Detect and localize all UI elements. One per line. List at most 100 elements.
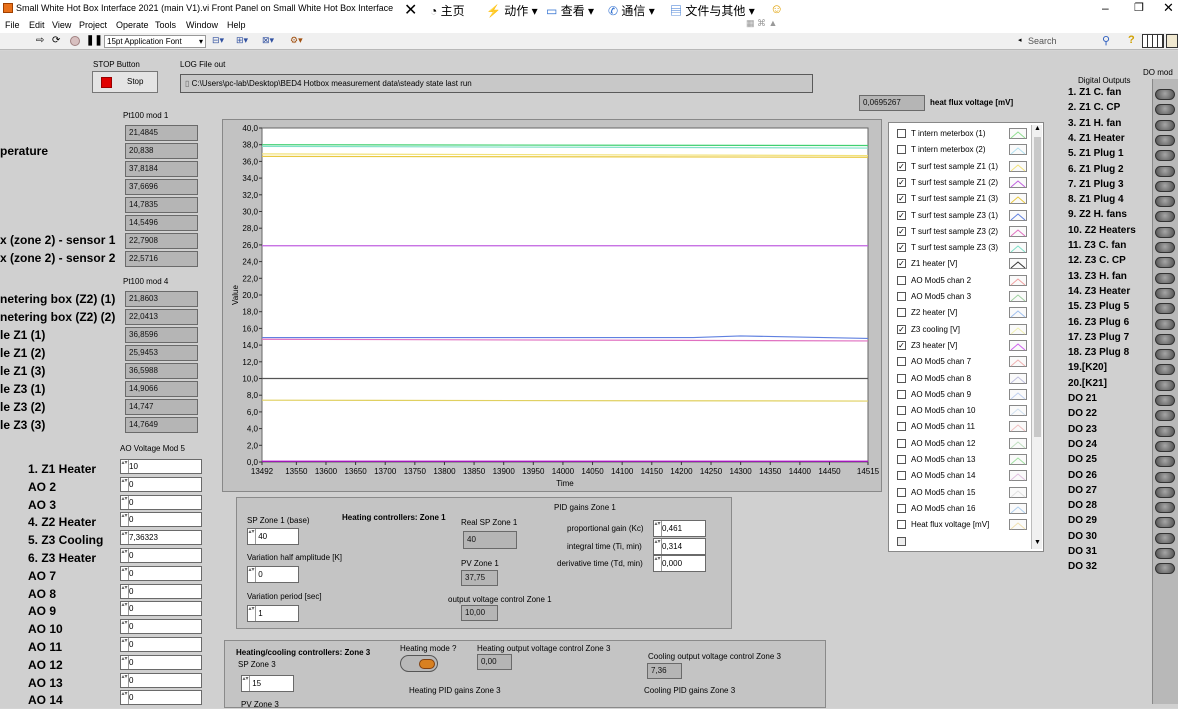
spin-icon[interactable]: ▴▾ [121, 460, 129, 473]
spin-icon[interactable]: ▴▾ [121, 513, 129, 527]
legend-item[interactable]: AO Mod5 chan 15 [889, 485, 1029, 501]
menu-window[interactable]: Window [186, 20, 218, 30]
legend-checkbox[interactable] [897, 373, 906, 383]
legend-checkbox[interactable] [897, 145, 906, 155]
var-amp-input[interactable]: ▴▾ 0 [247, 566, 299, 583]
legend-checkbox[interactable] [897, 438, 906, 448]
legend-item[interactable]: AO Mod5 chan 8 [889, 371, 1029, 387]
kc-input[interactable]: ▴▾0,461 [653, 520, 706, 537]
run-arrow-icon[interactable]: ⇨ [36, 35, 44, 46]
legend-checkbox[interactable] [897, 292, 906, 301]
scroll-down-icon[interactable]: ▼ [1034, 539, 1041, 546]
menu-tools[interactable]: Tools [155, 20, 176, 30]
legend-checkbox[interactable]: ✓ [897, 194, 906, 204]
vi-icon[interactable] [1166, 34, 1178, 48]
ao-value-input[interactable]: ▴▾0 [120, 690, 202, 706]
legend-checkbox[interactable] [897, 406, 906, 416]
legend-item[interactable]: ✓ T surf test sample Z3 (1) [889, 208, 1029, 224]
spin-icon[interactable]: ▴▾ [654, 539, 662, 554]
do-led-indicator[interactable] [1155, 226, 1175, 238]
do-led-indicator[interactable] [1155, 242, 1175, 253]
spin-icon[interactable]: ▴▾ [248, 606, 256, 621]
spin-icon[interactable]: ▴▾ [121, 549, 129, 562]
spin-icon[interactable]: ▴▾ [248, 567, 256, 582]
legend-item[interactable]: AO Mod5 chan 7 [889, 354, 1029, 370]
legend-checkbox[interactable]: ✓ [897, 177, 906, 187]
spin-icon[interactable]: ▴▾ [654, 521, 662, 536]
do-led-indicator[interactable] [1155, 395, 1175, 406]
ao-value-input[interactable]: ▴▾0 [120, 565, 202, 581]
do-led-indicator[interactable] [1155, 333, 1175, 345]
ao-value-input[interactable]: ▴▾0 [120, 494, 202, 510]
smiley-icon[interactable]: ☺ [770, 1, 783, 16]
ao-value-input[interactable]: ▴▾0 [120, 601, 202, 617]
pause-icon[interactable]: ❚❚ [86, 35, 103, 46]
run-continuous-icon[interactable]: ⟳ [52, 35, 60, 46]
legend-item[interactable]: AO Mod5 chan 13 [889, 452, 1029, 468]
legend-item[interactable]: ✓ T surf test sample Z1 (2) [889, 175, 1029, 191]
maximize-icon[interactable]: ❐ [1134, 1, 1144, 14]
menu-operate[interactable]: Operate [116, 20, 149, 30]
legend-checkbox[interactable] [897, 308, 906, 318]
menu-edit[interactable]: Edit [29, 20, 45, 30]
legend-checkbox[interactable]: ✓ [897, 340, 906, 350]
ao-value-input[interactable]: ▴▾0 [120, 619, 202, 635]
ao-value-input[interactable]: ▴▾0 [120, 512, 202, 528]
do-led-indicator[interactable] [1155, 211, 1175, 223]
legend-item[interactable]: ✓ T surf test sample Z1 (1) [889, 159, 1029, 175]
spin-icon[interactable]: ▴▾ [121, 638, 129, 651]
ime-home[interactable]: ◔ 主页 [430, 2, 465, 19]
legend-checkbox[interactable] [897, 455, 906, 464]
do-led-indicator[interactable] [1155, 471, 1175, 483]
waveform-chart[interactable]: 0,0 2,0 4,0 6,0 8,0 10,0 12,0 14,0 16,0 18,0 20,0 2… [222, 119, 882, 492]
legend-item[interactable]: AO Mod5 chan 2 [889, 273, 1029, 289]
plot-legend[interactable]: T intern meterbox (1) T intern meterbox (… [888, 122, 1044, 552]
do-led-indicator[interactable] [1155, 532, 1175, 544]
ao-value-input[interactable]: ▴▾7,36323 [120, 530, 202, 546]
do-led-indicator[interactable] [1155, 517, 1175, 529]
legend-checkbox[interactable]: ✓ [897, 161, 906, 171]
do-led-indicator[interactable] [1155, 165, 1175, 177]
do-led-indicator[interactable] [1155, 379, 1175, 391]
spin-icon[interactable]: ▴▾ [242, 676, 250, 691]
ime-comm[interactable]: ✆ 通信 ▾ [608, 2, 655, 19]
legend-checkbox[interactable] [897, 471, 906, 481]
do-led-indicator[interactable] [1155, 318, 1175, 330]
legend-checkbox[interactable] [897, 389, 906, 399]
legend-item[interactable]: AO Mod5 chan 14 [889, 468, 1029, 484]
do-led-indicator[interactable] [1155, 456, 1175, 468]
legend-checkbox[interactable] [897, 422, 906, 432]
do-led-indicator[interactable] [1155, 502, 1175, 514]
search-input[interactable]: Search [1028, 36, 1057, 46]
legend-checkbox[interactable]: ✓ [897, 243, 906, 253]
menu-help[interactable]: Help [227, 20, 246, 30]
legend-checkbox[interactable]: ✓ [897, 324, 906, 334]
menu-view[interactable]: View [52, 20, 71, 30]
do-led-indicator[interactable] [1155, 349, 1175, 361]
spin-icon[interactable]: ▴▾ [121, 673, 129, 687]
do-led-indicator[interactable] [1155, 150, 1175, 162]
ao-value-input[interactable]: ▴▾0 [120, 476, 202, 492]
align-icon[interactable]: ⊟▾ [212, 35, 224, 46]
do-led-indicator[interactable] [1155, 89, 1175, 100]
legend-empty-row[interactable] [889, 534, 1029, 550]
spin-icon[interactable]: ▴▾ [121, 584, 129, 598]
spin-icon[interactable]: ▴▾ [121, 691, 129, 705]
legend-checkbox[interactable]: ✓ [897, 226, 906, 236]
do-led-indicator[interactable] [1155, 272, 1175, 284]
ime-view[interactable]: ▭ 查看 ▾ [546, 2, 594, 19]
sp-zone1-input[interactable]: ▴▾ 40 [247, 528, 299, 545]
legend-item[interactable]: ✓ Z3 cooling [V] [889, 322, 1029, 338]
search-icon[interactable]: ⚲ [1102, 34, 1110, 47]
legend-scrollbar[interactable]: ▲ ▼ [1031, 125, 1042, 549]
legend-checkbox[interactable] [897, 275, 906, 285]
legend-checkbox[interactable] [897, 357, 906, 367]
do-led-indicator[interactable] [1155, 410, 1175, 422]
legend-item[interactable]: ✓ T surf test sample Z3 (2) [889, 224, 1029, 240]
legend-item[interactable]: T intern meterbox (2) [889, 142, 1029, 158]
legend-item[interactable]: ✓ Z3 heater [V] [889, 338, 1029, 354]
do-led-indicator[interactable] [1155, 104, 1175, 116]
ime-files[interactable]: ▤ 文件与其他 ▾ [670, 2, 755, 19]
close-ime-icon[interactable]: ✕ [404, 0, 417, 20]
distribute-icon[interactable]: ⊞▾ [236, 35, 248, 46]
